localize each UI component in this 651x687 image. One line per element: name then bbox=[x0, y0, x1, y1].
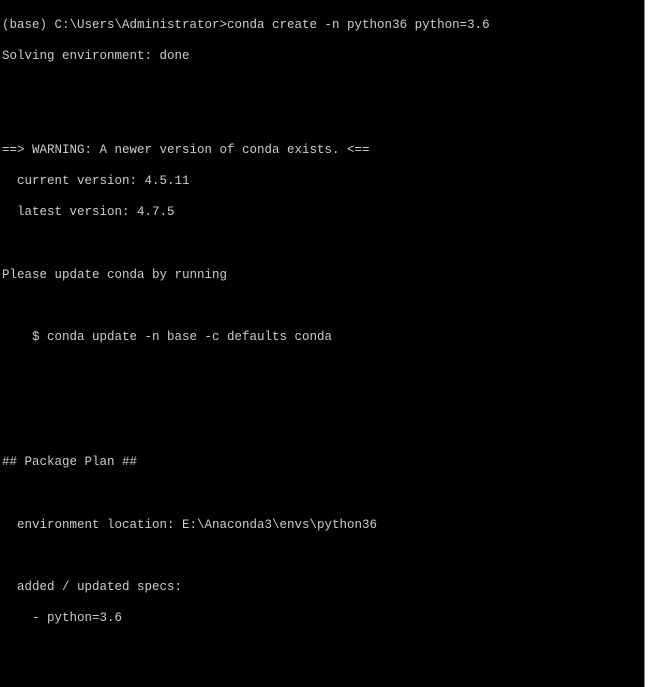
terminal-window[interactable]: (base) C:\Users\Administrator>conda crea… bbox=[0, 0, 645, 687]
warning-header: ==> WARNING: A newer version of conda ex… bbox=[2, 143, 370, 157]
warning-latest: latest version: 4.7.5 bbox=[2, 205, 175, 219]
plan-header: ## Package Plan ## bbox=[2, 455, 137, 469]
specs-header: added / updated specs: bbox=[2, 580, 182, 594]
env-location: environment location: E:\Anaconda3\envs\… bbox=[2, 518, 377, 532]
specs-item: - python=3.6 bbox=[2, 611, 122, 625]
warning-current: current version: 4.5.11 bbox=[2, 174, 190, 188]
update-msg: Please update conda by running bbox=[2, 268, 227, 282]
update-cmd: $ conda update -n base -c defaults conda bbox=[2, 330, 332, 344]
solving-line: Solving environment: done bbox=[2, 49, 190, 63]
prompt-line: (base) C:\Users\Administrator>conda crea… bbox=[2, 18, 490, 32]
